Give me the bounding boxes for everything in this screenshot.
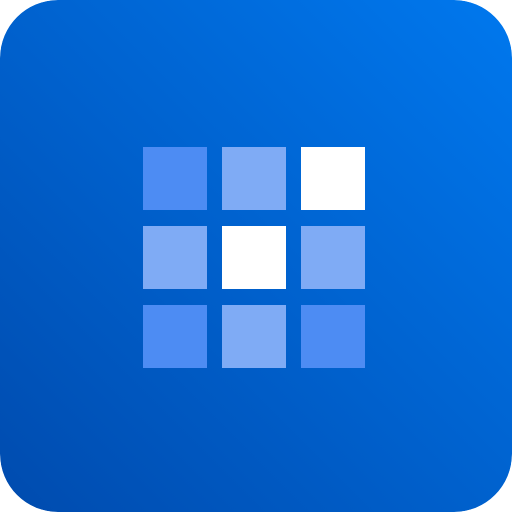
tile-7 <box>143 305 207 368</box>
tile-6 <box>301 226 365 289</box>
tile-grid-icon <box>143 147 365 368</box>
tile-9 <box>301 305 365 368</box>
tile-8 <box>222 305 286 368</box>
tile-3 <box>301 147 365 210</box>
tile-1 <box>143 147 207 210</box>
tile-2 <box>222 147 286 210</box>
app-icon <box>0 0 512 512</box>
tile-4 <box>143 226 207 289</box>
tile-5 <box>222 226 286 289</box>
